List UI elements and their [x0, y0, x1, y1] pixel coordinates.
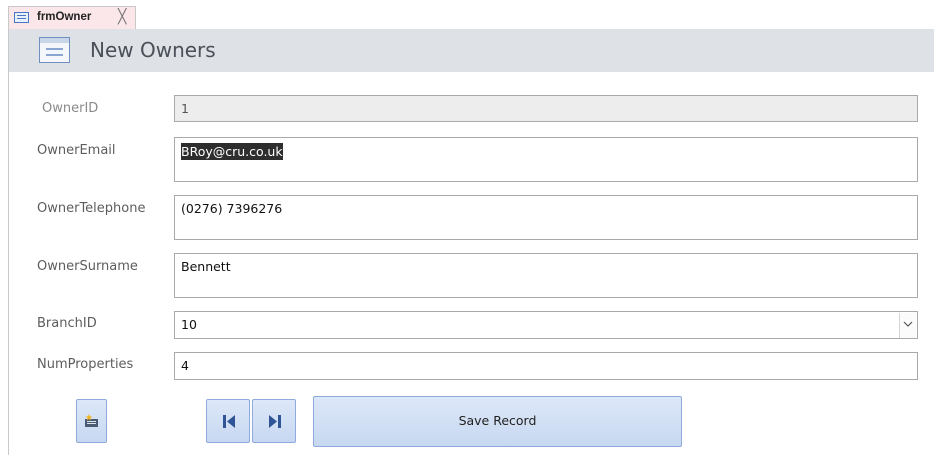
branch-id-label: BranchID — [37, 316, 97, 331]
new-record-button[interactable] — [76, 399, 107, 443]
num-properties-field[interactable]: 4 — [174, 352, 918, 380]
branch-id-value: 10 — [181, 317, 197, 332]
save-record-label: Save Record — [458, 413, 537, 428]
form-header: New Owners — [9, 29, 934, 72]
document-tab-bar: frmOwner ╳ — [0, 0, 934, 29]
last-record-button[interactable] — [252, 399, 296, 443]
first-record-icon — [223, 415, 235, 428]
branch-id-dropdown-button[interactable] — [899, 313, 916, 338]
chevron-down-icon — [903, 321, 913, 327]
close-tab-icon[interactable]: ╳ — [118, 9, 126, 25]
owner-surname-label: OwnerSurname — [37, 259, 138, 274]
tab-label: frmOwner — [37, 11, 92, 23]
last-record-icon — [269, 415, 281, 428]
form-icon — [14, 12, 29, 23]
num-properties-value: 4 — [181, 358, 189, 373]
page-title: New Owners — [90, 38, 216, 62]
owner-email-label: OwnerEmail — [37, 143, 116, 158]
tab-frmowner[interactable]: frmOwner ╳ — [8, 6, 136, 29]
owner-surname-value: Bennett — [181, 259, 231, 274]
branch-id-combo[interactable]: 10 — [174, 311, 918, 339]
owner-id-field: 1 — [174, 95, 918, 122]
form-left-border — [8, 6, 9, 455]
new-record-icon — [85, 414, 98, 427]
owner-surname-field[interactable]: Bennett — [174, 253, 918, 298]
owner-telephone-label: OwnerTelephone — [37, 201, 146, 216]
form-header-icon — [39, 37, 70, 63]
owner-email-value: BRoy@cru.co.uk — [181, 143, 283, 160]
owner-id-value: 1 — [181, 101, 189, 116]
num-properties-label: NumProperties — [37, 357, 134, 372]
owner-email-field[interactable]: BRoy@cru.co.uk — [174, 137, 918, 182]
first-record-button[interactable] — [206, 399, 250, 443]
save-record-button[interactable]: Save Record — [313, 396, 682, 447]
owner-telephone-value: (0276) 7396276 — [181, 201, 283, 216]
owner-id-label: OwnerID — [42, 101, 99, 116]
owner-telephone-field[interactable]: (0276) 7396276 — [174, 195, 918, 240]
